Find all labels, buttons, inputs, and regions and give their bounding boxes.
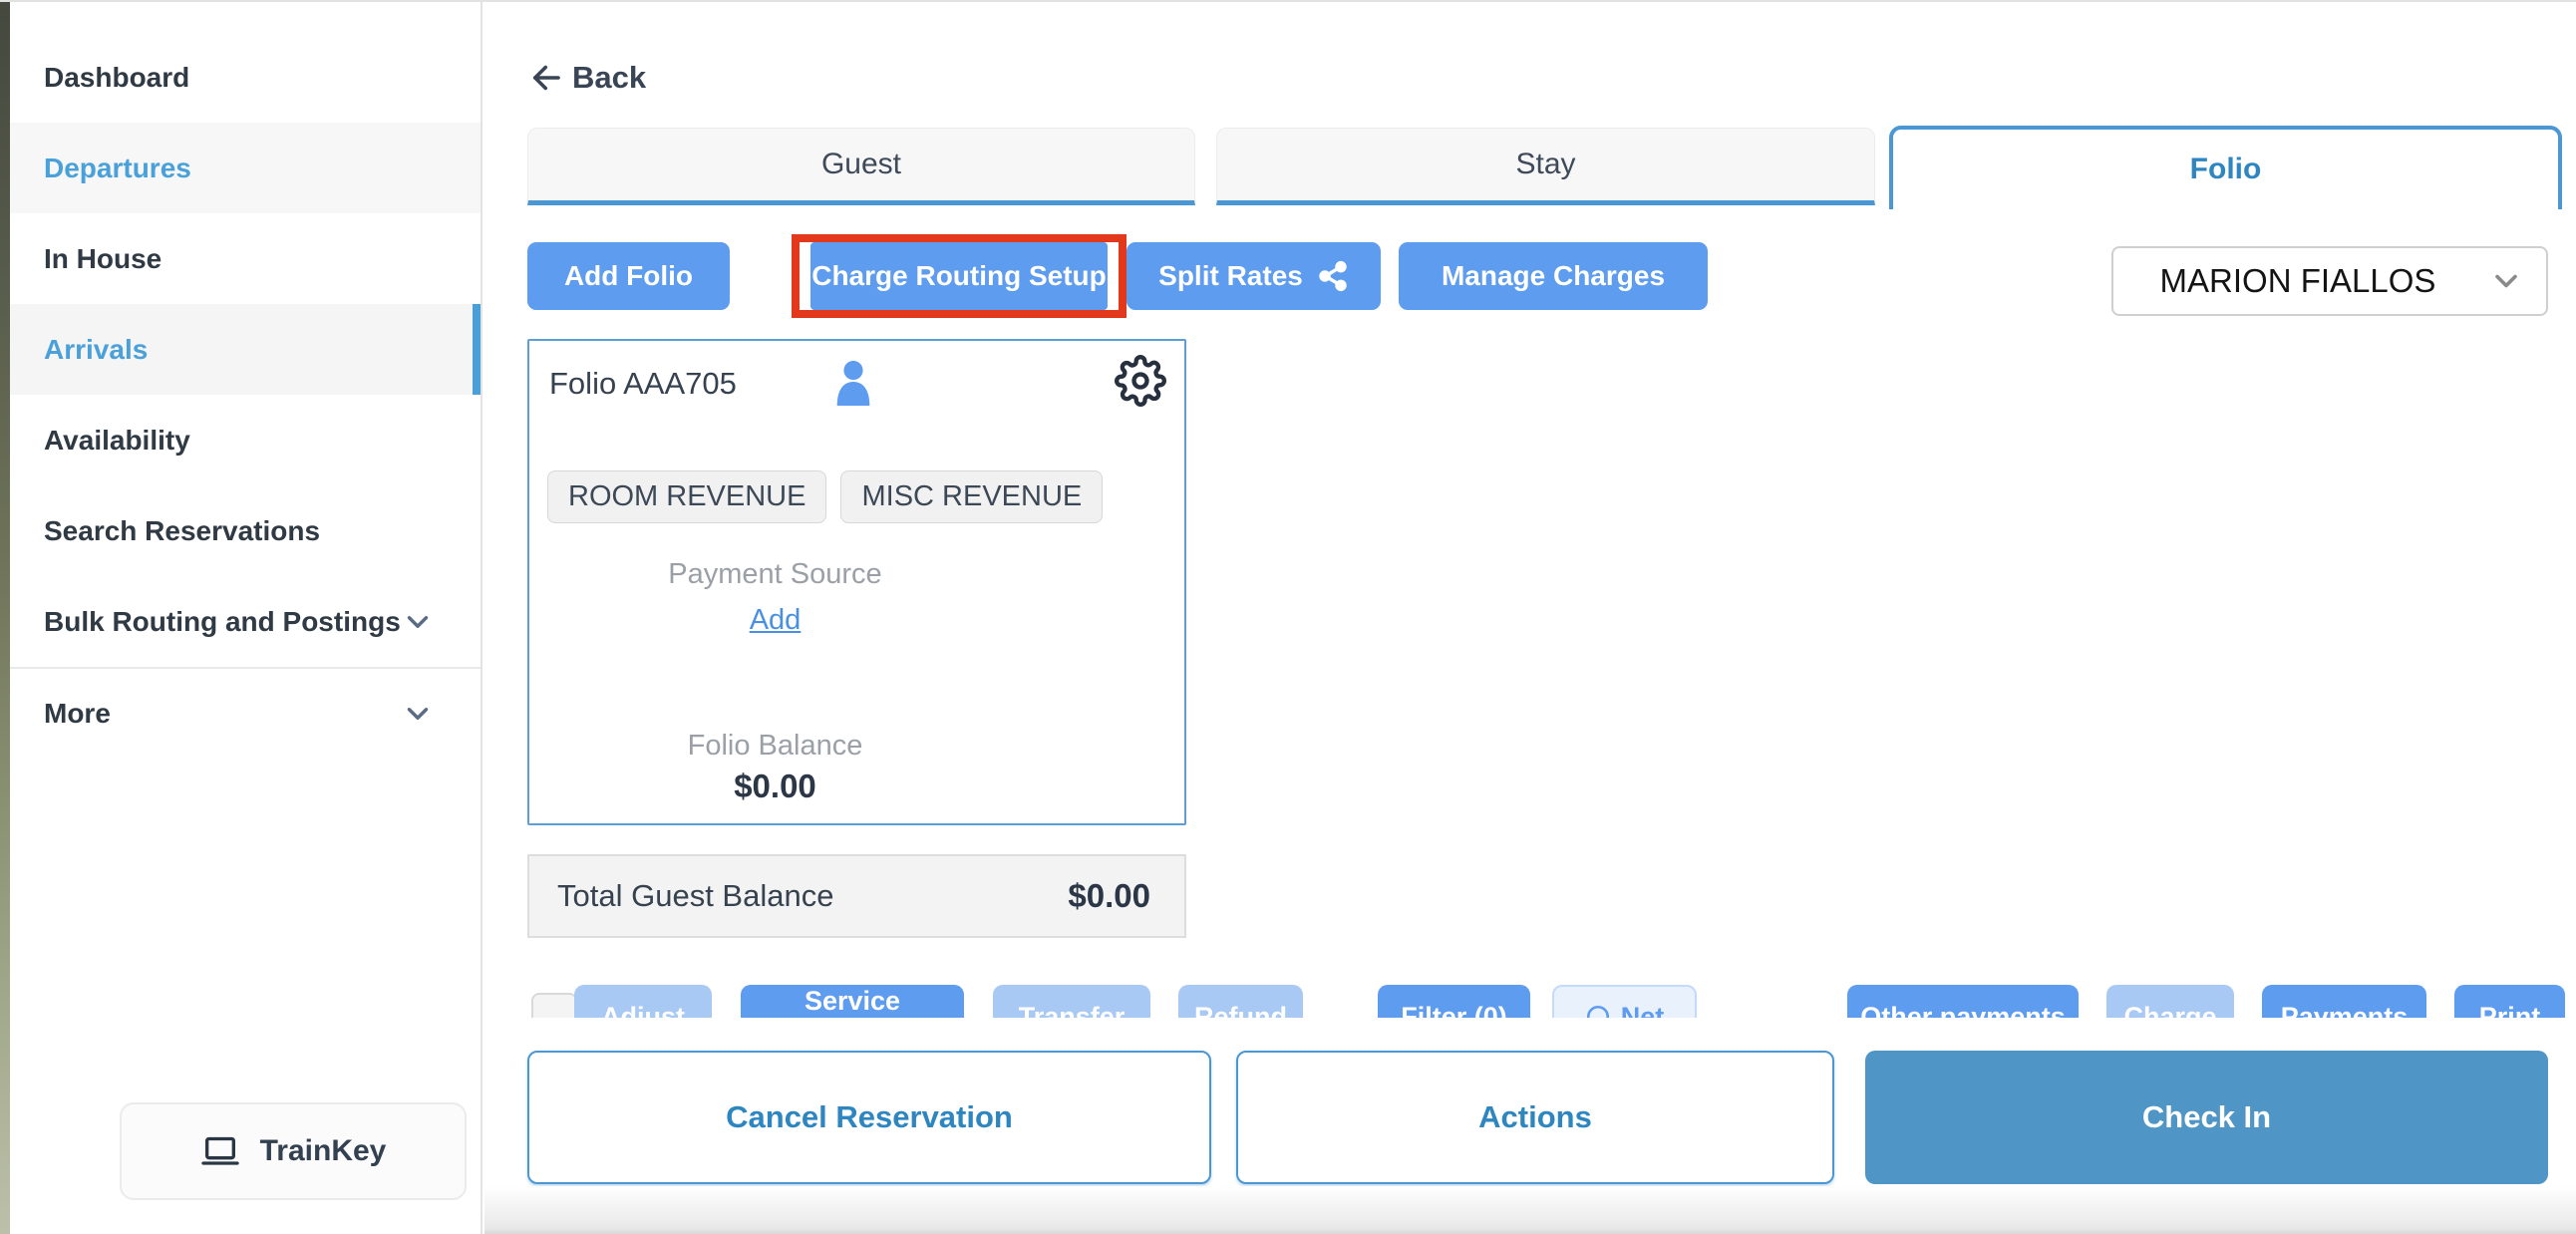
footer-action-bar: Cancel Reservation Actions Check In [484,1018,2576,1234]
split-rates-button[interactable]: Split Rates [1127,242,1381,310]
sidebar-item-label: Departures [44,152,191,183]
total-guest-balance-label: Total Guest Balance [557,878,834,913]
sidebar-item-more[interactable]: More [10,667,481,758]
sidebar-item-bulk-routing[interactable]: Bulk Routing and Postings [10,576,481,667]
guest-person-icon [836,360,870,406]
main-content: Back Guest Stay Folio Add Folio Charge R… [484,2,2576,1234]
manage-charges-button[interactable]: Manage Charges [1399,242,1708,310]
sidebar-nav: Dashboard Departures In House Arrivals A… [10,32,481,758]
cancel-reservation-button[interactable]: Cancel Reservation [527,1051,1211,1184]
charge-routing-setup-button[interactable]: Charge Routing Setup [810,242,1108,310]
gear-icon[interactable] [1115,355,1166,407]
sidebar: Dashboard Departures In House Arrivals A… [10,2,483,1234]
total-guest-balance-row: Total Guest Balance $0.00 [527,854,1186,938]
actions-button[interactable]: Actions [1236,1051,1834,1184]
sidebar-item-departures[interactable]: Departures [10,123,481,213]
folio-guest-select-value: MARION FIALLOS [2159,262,2436,299]
back-link[interactable]: Back [528,60,646,96]
actions-label: Actions [1478,1099,1592,1134]
sidebar-item-label: Availability [44,424,190,456]
background-edge [0,2,10,1234]
tab-guest[interactable]: Guest [527,128,1195,205]
back-arrow-icon [532,65,560,91]
tag-misc-revenue: MISC REVENUE [840,470,1104,523]
cancel-reservation-label: Cancel Reservation [726,1099,1013,1134]
split-rates-label: Split Rates [1158,260,1303,291]
sidebar-item-label: Arrivals [44,333,149,365]
check-in-button[interactable]: Check In [1865,1051,2548,1184]
folio-card-title: Folio AAA705 [549,366,737,401]
sidebar-item-search-reservations[interactable]: Search Reservations [10,485,481,576]
manage-charges-label: Manage Charges [1441,260,1666,291]
back-label: Back [572,60,647,95]
payment-source-add-link[interactable]: Add [750,604,802,636]
sidebar-item-in-house[interactable]: In House [10,213,481,304]
sidebar-item-label: More [44,697,111,729]
chevron-down-icon [407,615,429,628]
trainkey-button[interactable]: TrainKey [120,1102,467,1200]
folio-balance-value: $0.00 [734,768,816,804]
sidebar-item-availability[interactable]: Availability [10,395,481,485]
tab-stay[interactable]: Stay [1216,128,1875,205]
chevron-down-icon [2495,274,2517,288]
tab-label: Guest [820,148,902,180]
sidebar-item-arrivals[interactable]: Arrivals [10,304,481,395]
add-folio-button[interactable]: Add Folio [527,242,730,310]
chevron-down-icon [407,707,429,720]
sidebar-item-label: Bulk Routing and Postings [44,605,401,637]
check-in-label: Check In [2141,1099,2272,1134]
charge-routing-setup-label: Charge Routing Setup [811,260,1107,291]
folio-card: Folio AAA705 ROOM REVENUE MISC REVENUE P… [527,339,1186,825]
sidebar-item-dashboard[interactable]: Dashboard [10,32,481,123]
folio-guest-select[interactable]: MARION FIALLOS [2111,246,2548,316]
tab-label: Folio [2189,153,2262,185]
share-icon [1319,260,1347,292]
total-guest-balance-value: $0.00 [1068,877,1150,914]
sidebar-item-label: Search Reservations [44,514,321,546]
annotation-highlight-box: Charge Routing Setup [792,234,1127,318]
tag-room-revenue: ROOM REVENUE [547,470,827,523]
trainkey-label: TrainKey [259,1134,387,1167]
tab-label: Stay [1515,148,1576,180]
sidebar-item-label: Dashboard [44,61,190,93]
reservation-page: Dashboard Departures In House Arrivals A… [0,0,2576,1234]
tab-folio-active[interactable]: Folio [1889,126,2562,209]
revenue-tags: ROOM REVENUE MISC REVENUE [547,470,1104,523]
folio-balance-label: Folio Balance [687,730,863,762]
page-bottom-fade [484,1186,2576,1234]
add-folio-label: Add Folio [563,260,694,291]
payment-source-label: Payment Source [668,558,882,590]
laptop-icon [200,1136,239,1165]
sidebar-item-label: In House [44,242,162,274]
